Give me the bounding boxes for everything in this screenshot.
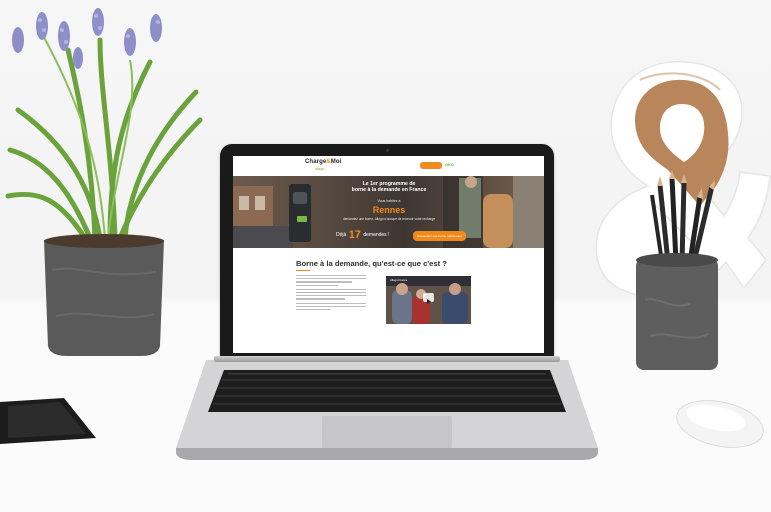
partner-logo: GEO [445, 162, 454, 167]
section-body-text [296, 275, 366, 312]
hero-city: Rennes [372, 205, 406, 215]
webcam [386, 149, 389, 152]
site-header: Charge&Moi allego GEO [233, 156, 544, 176]
header-cta-button[interactable] [420, 162, 442, 169]
logo-subtitle: allego [315, 167, 325, 171]
play-icon[interactable] [423, 293, 434, 304]
desk-scene: Charge&Moi allego GEO Le 1er programme d… [0, 0, 771, 512]
request-charger-button[interactable]: Demandez une borne maintenant [413, 231, 466, 241]
hero-title: Le 1er programme de borne à la demande e… [351, 181, 427, 193]
section-title: Borne à la demande, qu'est-ce que c'est … [296, 259, 447, 268]
hero-kicker: Vous habitez à [377, 199, 401, 203]
request-count: 17 [348, 229, 361, 241]
section-divider [296, 270, 310, 271]
hero-description: demandez une borne, Allego s'occupe de r… [342, 217, 436, 221]
laptop-hinge [214, 356, 560, 362]
request-counter: Déjà 17 demandes ! [336, 229, 390, 241]
video-caption: Allego France [390, 278, 408, 282]
site-logo[interactable]: Charge&Moi [305, 159, 341, 165]
hero-banner: Le 1er programme de borne à la demande e… [233, 176, 544, 248]
website-screen: Charge&Moi allego GEO Le 1er programme d… [233, 156, 544, 353]
video-player[interactable]: Allego France [386, 276, 471, 324]
